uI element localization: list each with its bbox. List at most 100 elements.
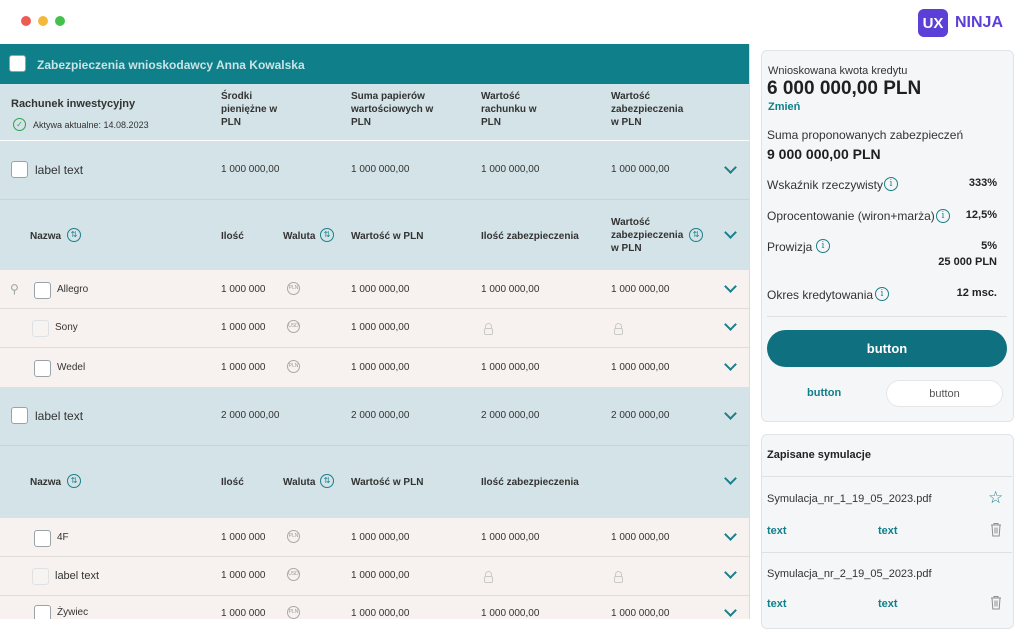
col-value-pln: Wartość w PLN — [351, 477, 424, 488]
info-icon[interactable]: i — [816, 239, 830, 253]
table-row[interactable]: Wedel 1 000 000 PLN 1 000 000,00 1 000 0… — [0, 348, 749, 387]
table-row[interactable]: ⚲ Allegro 1 000 000 PLN 1 000 000,00 1 0… — [0, 270, 749, 308]
group-value: 2 000 000,00 — [221, 410, 280, 421]
currency-coin-icon: USD — [287, 320, 300, 333]
info-icon[interactable]: i — [875, 287, 889, 301]
period-label: Okres kredytowania — [767, 288, 874, 302]
row-qty-collateral: 1 000 000,00 — [481, 532, 540, 543]
chevron-down-icon[interactable] — [724, 161, 737, 174]
row-name: 4F — [57, 532, 69, 543]
rate-label: Oprocentowanie (wiron+marża) — [767, 209, 935, 223]
row-value: 1 000 000,00 — [351, 532, 410, 543]
check-circle-icon: ✓ — [13, 118, 26, 131]
chevron-down-icon[interactable] — [724, 358, 737, 371]
currency-coin-icon: PLN — [287, 360, 300, 373]
change-link[interactable]: Zmień — [768, 101, 800, 113]
simulation-file[interactable]: Symulacja_nr_2_19_05_2023.pdf — [767, 568, 932, 580]
lock-icon — [484, 323, 493, 335]
window-close-dot[interactable] — [21, 16, 31, 26]
row-value: 1 000 000,00 — [351, 608, 410, 619]
row-checkbox[interactable] — [34, 605, 51, 619]
currency-coin-icon: PLN — [287, 530, 300, 543]
chevron-down-icon[interactable] — [724, 318, 737, 331]
row-name: Wedel — [57, 362, 86, 373]
row-checkbox-disabled — [32, 568, 49, 585]
info-icon[interactable]: i — [884, 177, 898, 191]
col-qty-collateral: Ilość zabezpieczenia — [481, 477, 579, 488]
group-checkbox[interactable] — [11, 407, 28, 424]
row-checkbox[interactable] — [34, 282, 51, 299]
col-collateral-value: Wartość zabezpieczenia w PLN — [611, 91, 684, 128]
chevron-down-icon[interactable] — [724, 528, 737, 541]
col-qty: Ilość — [221, 231, 244, 242]
table-row[interactable]: 4F 1 000 000 PLN 1 000 000,00 1 000 000,… — [0, 518, 749, 556]
row-checkbox[interactable] — [34, 530, 51, 547]
col-currency: Waluta — [283, 231, 316, 242]
window-maximize-dot[interactable] — [55, 16, 65, 26]
trash-icon[interactable] — [990, 595, 1002, 610]
simulation-text-2[interactable]: text — [878, 598, 898, 610]
group-row[interactable]: label text 2 000 000,00 2 000 000,00 2 0… — [0, 387, 749, 445]
sort-icon[interactable]: ⇅ — [320, 474, 334, 488]
col-collateral-value-pln: Wartość zabezpieczenia w PLN — [611, 217, 684, 254]
row-qty: 1 000 000 — [221, 362, 266, 373]
row-collateral-value: 1 000 000,00 — [611, 608, 670, 619]
currency-coin-icon: USD — [287, 568, 300, 581]
group-value: 2 000 000,00 — [481, 410, 540, 421]
group-checkbox[interactable] — [11, 161, 28, 178]
sort-icon[interactable]: ⇅ — [67, 474, 81, 488]
chevron-down-icon[interactable] — [724, 407, 737, 420]
assets-updated-text: Aktywa aktualne: 14.08.2023 — [33, 120, 149, 130]
star-icon[interactable]: ☆ — [988, 488, 1003, 508]
requested-amount-value: 6 000 000,00 PLN — [767, 78, 922, 99]
chevron-down-icon[interactable] — [724, 280, 737, 293]
chevron-down-icon[interactable] — [724, 472, 737, 485]
simulation-file[interactable]: Symulacja_nr_1_19_05_2023.pdf — [767, 493, 932, 505]
primary-button[interactable]: button — [767, 330, 1007, 367]
table-title-bar: Zabezpieczenia wnioskodawcy Anna Kowalsk… — [0, 44, 749, 84]
group-value: 2 000 000,00 — [611, 410, 670, 421]
table-title: Zabezpieczenia wnioskodawcy Anna Kowalsk… — [37, 58, 305, 72]
row-name: Sony — [55, 322, 78, 333]
chevron-down-icon[interactable] — [724, 604, 737, 617]
ratio-value: 333% — [968, 177, 997, 189]
col-account-value: Wartość rachunku w PLN — [481, 91, 537, 128]
account-header: Rachunek inwestycyjny ✓ Aktywa aktualne:… — [0, 84, 749, 140]
group-value: 1 000 000,00 — [481, 164, 540, 175]
group-column-header: Nazwa ⇅ Ilość Waluta ⇅ Wartość w PLN Ilo… — [0, 446, 749, 518]
sort-icon[interactable]: ⇅ — [689, 228, 703, 242]
table-row[interactable]: Żywiec 1 000 000 PLN 1 000 000,00 1 000 … — [0, 596, 749, 619]
simulation-text-1[interactable]: text — [767, 598, 787, 610]
row-qty: 1 000 000 — [221, 532, 266, 543]
info-icon[interactable]: i — [936, 209, 950, 223]
col-value-pln: Wartość w PLN — [351, 231, 424, 242]
lock-icon — [614, 571, 623, 583]
row-value: 1 000 000,00 — [351, 322, 410, 333]
chevron-down-icon[interactable] — [724, 226, 737, 239]
row-name: label text — [55, 570, 100, 582]
link-button[interactable]: button — [807, 387, 841, 399]
group-row[interactable]: label text 1 000 000,00 1 000 000,00 1 0… — [0, 141, 749, 199]
select-all-checkbox[interactable] — [9, 55, 26, 72]
fee-amount: 25 000 PLN — [938, 256, 997, 268]
sort-icon[interactable]: ⇅ — [320, 228, 334, 242]
table-row[interactable]: label text 1 000 000 USD 1 000 000,00 — [0, 557, 749, 595]
row-qty: 1 000 000 — [221, 570, 266, 581]
simulation-text-2[interactable]: text — [878, 525, 898, 537]
table-row[interactable]: Sony 1 000 000 USD 1 000 000,00 — [0, 309, 749, 347]
simulation-text-1[interactable]: text — [767, 525, 787, 537]
rate-value: 12,5% — [965, 209, 997, 221]
secondary-button[interactable]: button — [886, 380, 1003, 407]
row-collateral-value: 1 000 000,00 — [611, 362, 670, 373]
add-person-icon[interactable]: ⚲ — [10, 282, 22, 296]
row-value: 1 000 000,00 — [351, 362, 410, 373]
proposed-label: Suma proponowanych zabezpieczeń — [767, 128, 964, 142]
logo-text: NINJA — [955, 14, 1004, 31]
row-checkbox[interactable] — [34, 360, 51, 377]
trash-icon[interactable] — [990, 522, 1002, 537]
window-minimize-dot[interactable] — [38, 16, 48, 26]
col-cash: Środki pieniężne w PLN — [221, 91, 278, 128]
sort-icon[interactable]: ⇅ — [67, 228, 81, 242]
row-name: Żywiec — [57, 607, 89, 618]
chevron-down-icon[interactable] — [724, 566, 737, 579]
